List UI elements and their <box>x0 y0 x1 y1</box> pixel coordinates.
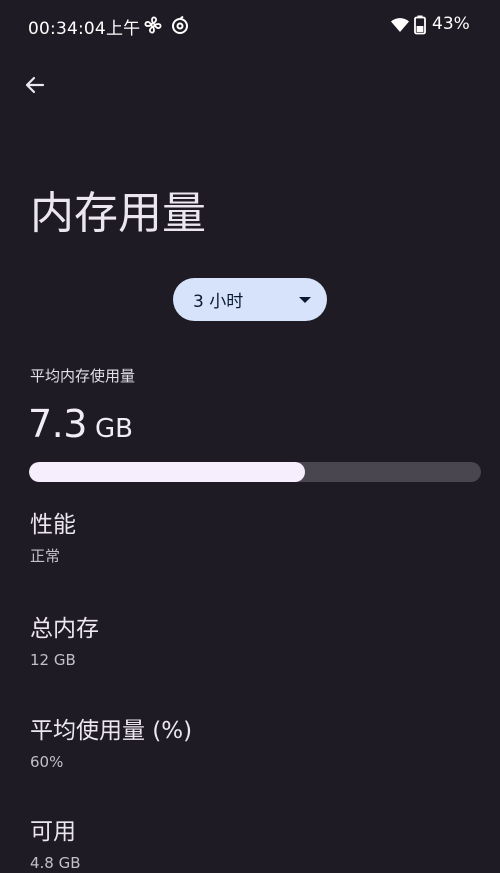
detail-title: 总内存 <box>30 616 99 642</box>
arrow-left-icon <box>25 76 45 94</box>
detail-value: 60% <box>30 753 64 771</box>
average-usage-unit: GB <box>94 414 133 444</box>
memory-usage-bar <box>29 462 481 482</box>
detail-title: 平均使用量 (%) <box>30 718 193 744</box>
fan-icon <box>144 16 162 34</box>
wifi-icon <box>391 18 409 32</box>
detail-title: 可用 <box>30 819 76 845</box>
battery-percentage: 43% <box>432 14 470 34</box>
average-usage-label: 平均内存使用量 <box>30 367 136 385</box>
detail-average-usage-percent: 平均使用量 (%) 60% <box>30 716 192 772</box>
sync-circle-icon <box>172 15 188 34</box>
status-time: 00:34:04上午 <box>28 19 141 39</box>
status-bar: 00:34:04上午 43% <box>0 0 500 50</box>
page-title: 内存用量 <box>30 188 206 239</box>
caret-down-icon <box>299 296 311 303</box>
period-dropdown-value: 3 小时 <box>193 292 244 312</box>
average-usage-number: 7.3 <box>28 402 87 446</box>
back-button[interactable] <box>18 68 52 102</box>
detail-available: 可用 4.8 GB <box>30 817 81 873</box>
detail-value: 正常 <box>30 547 61 565</box>
memory-usage-bar-fill <box>29 462 305 482</box>
battery-icon <box>414 15 426 35</box>
average-usage-value: 7.3 GB <box>28 402 133 446</box>
detail-value: 12 GB <box>30 651 76 669</box>
period-dropdown[interactable]: 3 小时 <box>173 278 327 321</box>
detail-value: 4.8 GB <box>30 854 81 872</box>
detail-total-memory: 总内存 12 GB <box>30 614 99 670</box>
detail-performance: 性能 正常 <box>30 510 76 566</box>
detail-title: 性能 <box>30 512 76 538</box>
